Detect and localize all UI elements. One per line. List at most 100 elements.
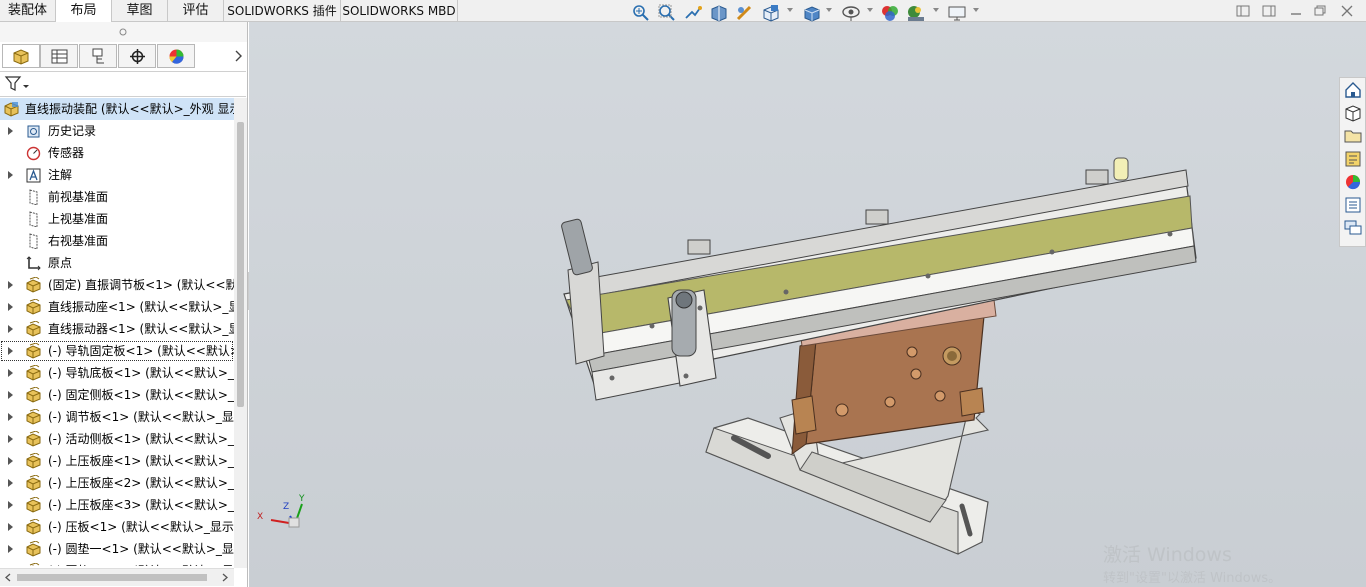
expand-arrow-icon[interactable] <box>8 127 13 135</box>
assembly-model[interactable] <box>249 22 1366 587</box>
tab-display-manager[interactable] <box>157 44 195 68</box>
forum-icon[interactable] <box>1343 218 1363 238</box>
chevron-down-icon[interactable] <box>867 8 873 12</box>
file-explorer-icon[interactable] <box>1343 126 1363 146</box>
view-settings-icon[interactable] <box>947 4 967 22</box>
edit-appearance-icon[interactable] <box>880 4 900 22</box>
tab-dimxpert[interactable] <box>118 44 156 68</box>
part-icon <box>26 519 41 535</box>
tree-horizontal-scrollbar[interactable] <box>0 568 234 586</box>
hide-show-items-icon[interactable] <box>841 4 861 22</box>
appearances-icon[interactable] <box>1343 172 1363 192</box>
expand-arrow-icon[interactable] <box>8 501 13 509</box>
home-icon[interactable] <box>1343 80 1363 100</box>
tree-item[interactable]: (-) 圆垫一<2> (默认<<默认>_显示 <box>0 560 234 566</box>
expand-arrow-icon[interactable] <box>8 303 13 311</box>
display-style-icon[interactable] <box>802 4 822 22</box>
scroll-left-icon[interactable] <box>4 573 12 582</box>
tab-assembly[interactable]: 装配体 <box>0 0 56 22</box>
tab-property-manager[interactable] <box>40 44 78 68</box>
previous-view-icon[interactable] <box>683 4 703 22</box>
minimize-icon[interactable] <box>1289 5 1303 17</box>
tree-item[interactable]: (-) 压板<1> (默认<<默认>_显示状 <box>0 516 234 538</box>
tree-root-assembly[interactable]: 直线振动装配 (默认<<默认>_外观 显示 <box>0 98 234 120</box>
tab-evaluate[interactable]: 评估 <box>168 0 224 22</box>
expand-arrow-icon[interactable] <box>8 391 13 399</box>
apply-scene-icon[interactable] <box>906 4 926 22</box>
tree-item-label: 注解 <box>48 168 73 182</box>
chevron-right-icon[interactable] <box>233 50 243 62</box>
expand-arrow-icon[interactable] <box>8 545 13 553</box>
tree-item[interactable]: 右视基准面 <box>0 230 234 252</box>
tree-item[interactable]: (固定) 直振调节板<1> (默认<<默认 <box>0 274 234 296</box>
part-icon <box>29 563 40 566</box>
expand-arrow-icon[interactable] <box>8 281 13 289</box>
chevron-down-icon[interactable] <box>787 8 793 12</box>
tree-item-label: 历史记录 <box>48 124 97 138</box>
tree-item[interactable]: (-) 导轨固定板<1> (默认<<默认>_ <box>0 340 234 362</box>
tree-item[interactable]: (-) 导轨底板<1> (默认<<默认>_显 <box>0 362 234 384</box>
feature-tree: 直线振动装配 (默认<<默认>_外观 显示 历史记录传感器注解前视基准面 上视基准… <box>0 98 234 566</box>
tree-item[interactable]: 直线振动座<1> (默认<<默认>_显 <box>0 296 234 318</box>
graphics-area[interactable]: X Y Z <box>249 22 1366 587</box>
expand-arrow-icon[interactable] <box>8 523 13 531</box>
custom-properties-icon[interactable] <box>1343 195 1363 215</box>
tree-item[interactable]: 上视基准面 <box>0 208 234 230</box>
zoom-to-fit-icon[interactable] <box>631 4 651 22</box>
expand-arrow-icon[interactable] <box>8 479 13 487</box>
tree-filter[interactable] <box>0 71 246 97</box>
tree-horizontal-scroll-thumb[interactable] <box>17 574 207 581</box>
tab-solidworks-addins[interactable]: SOLIDWORKS 插件 <box>224 0 341 22</box>
expand-arrow-icon[interactable] <box>8 435 13 443</box>
expand-arrow-icon[interactable] <box>8 325 13 333</box>
panel-grip[interactable] <box>0 22 247 42</box>
tab-layout[interactable]: 布局 <box>56 0 112 23</box>
section-view-icon[interactable] <box>709 4 729 22</box>
tab-solidworks-mbd[interactable]: SOLIDWORKS MBD <box>341 0 458 22</box>
tree-item[interactable]: 注解 <box>0 164 234 186</box>
view-palette-icon[interactable] <box>1343 149 1363 169</box>
chevron-down-icon[interactable] <box>973 8 979 12</box>
expand-arrow-icon[interactable] <box>8 413 13 421</box>
tree-item[interactable]: 传感器 <box>0 142 234 164</box>
tree-item[interactable]: 直线振动器<1> (默认<<默认>_显 <box>0 318 234 340</box>
tree-item[interactable]: (-) 活动侧板<1> (默认<<默认>_显 <box>0 428 234 450</box>
design-library-icon[interactable] <box>1343 103 1363 123</box>
tree-item[interactable]: (-) 上压板座<1> (默认<<默认>_显 <box>0 450 234 472</box>
tree-item[interactable]: (-) 固定侧板<1> (默认<<默认>_显 <box>0 384 234 406</box>
tree-item[interactable]: (-) 上压板座<3> (默认<<默认>_显 <box>0 494 234 516</box>
close-icon[interactable] <box>1340 5 1354 17</box>
tree-item-label: (-) 上压板座<3> (默认<<默认>_显 <box>48 498 234 512</box>
expand-arrow-icon[interactable] <box>8 369 13 377</box>
feature-manager-icon <box>13 49 29 65</box>
plane-icon <box>29 233 38 249</box>
triad-y-label: Y <box>299 494 305 504</box>
expand-arrow-icon[interactable] <box>8 171 13 179</box>
tree-item[interactable]: (-) 调节板<1> (默认<<默认>_显示 <box>0 406 234 428</box>
scroll-right-icon[interactable] <box>221 573 229 582</box>
feature-manager-panel: 直线振动装配 (默认<<默认>_外观 显示 历史记录传感器注解前视基准面 上视基准… <box>0 22 248 587</box>
panel-right-icon[interactable] <box>1262 5 1276 17</box>
chevron-down-icon[interactable] <box>826 8 832 12</box>
tree-item[interactable]: (-) 上压板座<2> (默认<<默认>_显 <box>0 472 234 494</box>
expand-arrow-icon[interactable] <box>8 457 13 465</box>
tree-vertical-scrollbar[interactable] <box>234 98 247 568</box>
tree-item[interactable]: 历史记录 <box>0 120 234 142</box>
tree-vertical-scroll-thumb[interactable] <box>237 122 244 407</box>
tree-item[interactable]: 前视基准面 <box>0 186 234 208</box>
tree-item-label: (-) 固定侧板<1> (默认<<默认>_显 <box>48 388 234 402</box>
expand-arrow-icon[interactable] <box>8 347 13 355</box>
chevron-down-icon[interactable] <box>933 8 939 12</box>
view-orientation-icon[interactable] <box>761 4 781 22</box>
dynamic-annotation-icon[interactable] <box>735 4 755 22</box>
tab-sketch[interactable]: 草图 <box>112 0 168 22</box>
panel-left-icon[interactable] <box>1236 5 1250 17</box>
tree-item[interactable]: (-) 圆垫一<1> (默认<<默认>_显示 <box>0 538 234 560</box>
tab-feature-manager[interactable] <box>2 44 40 68</box>
filter-icon[interactable] <box>4 75 30 93</box>
part-icon <box>26 343 41 359</box>
restore-icon[interactable] <box>1313 5 1327 17</box>
tab-configuration-manager[interactable] <box>79 44 117 68</box>
tree-item[interactable]: 原点 <box>0 252 234 274</box>
zoom-to-area-icon[interactable] <box>657 4 677 22</box>
